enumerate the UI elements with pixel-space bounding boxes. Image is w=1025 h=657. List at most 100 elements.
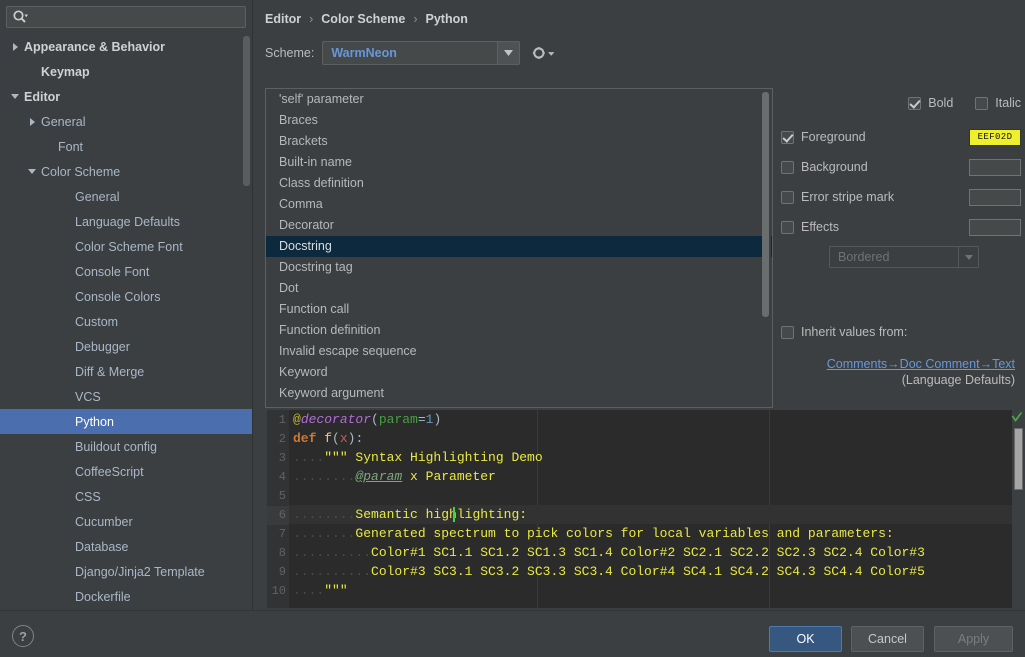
error-stripe-mark-checkbox[interactable]: Error stripe mark — [781, 190, 969, 204]
attribute-list-item[interactable]: Class definition — [266, 173, 772, 194]
attribute-list-item[interactable]: Brackets — [266, 131, 772, 152]
sidebar-item-label: Keymap — [41, 64, 90, 79]
code-token: ): — [347, 431, 364, 446]
sidebar-item-python[interactable]: Python — [0, 409, 252, 434]
chevron-down-icon[interactable] — [958, 247, 978, 267]
gear-icon[interactable] — [532, 42, 555, 64]
sidebar-item-cucumber[interactable]: Cucumber — [0, 509, 252, 534]
checkbox-box[interactable] — [781, 220, 794, 234]
search-icon[interactable] — [12, 9, 28, 25]
effect-type-select[interactable]: Bordered — [829, 246, 979, 268]
ok-button[interactable]: OK — [769, 626, 842, 652]
line-number: 9 — [267, 563, 289, 582]
sidebar-item-editor[interactable]: Editor — [0, 84, 252, 109]
italic-checkbox[interactable]: Italic — [975, 96, 1021, 110]
checkbox-box[interactable] — [781, 325, 794, 339]
sidebar-item-debugger[interactable]: Debugger — [0, 334, 252, 359]
inherit-checkbox[interactable]: Inherit values from: — [781, 325, 1021, 339]
checkbox-box[interactable] — [908, 96, 922, 110]
attribute-list-item[interactable]: Function definition — [266, 320, 772, 341]
sidebar-item-dockerfile[interactable]: Dockerfile — [0, 584, 252, 609]
code-token: .......... — [293, 545, 372, 560]
bold-checkbox[interactable]: Bold — [908, 96, 953, 110]
effects-checkbox[interactable]: Effects — [781, 220, 969, 234]
color-swatch[interactable] — [969, 218, 1021, 236]
background-checkbox[interactable]: Background — [781, 160, 969, 174]
error-stripe-panel[interactable] — [1011, 410, 1025, 608]
attribute-list-item[interactable]: Decorator — [266, 215, 772, 236]
attribute-list-item[interactable]: Docstring — [266, 236, 772, 257]
line-number: 7 — [267, 525, 289, 544]
settings-sidebar: Appearance & Behavior Keymap Editor General… — [0, 0, 252, 610]
sidebar-item-diff-merge[interactable]: Diff & Merge — [0, 359, 252, 384]
help-button[interactable]: ? — [12, 625, 34, 647]
sidebar-item-css[interactable]: CSS — [0, 484, 252, 509]
attribute-list-item[interactable]: Built-in name — [266, 152, 772, 173]
chevron-down-icon[interactable] — [25, 165, 39, 179]
sidebar-item-appearance-behavior[interactable]: Appearance & Behavior — [0, 34, 252, 59]
sidebar-item-general[interactable]: General — [0, 184, 252, 209]
sidebar-item-font[interactable]: Font — [0, 134, 252, 159]
search-field[interactable] — [6, 6, 246, 28]
sidebar-item-console-colors[interactable]: Console Colors — [0, 284, 252, 309]
chevron-down-icon[interactable] — [8, 90, 22, 104]
sidebar-item-color-scheme-font[interactable]: Color Scheme Font — [0, 234, 252, 259]
preview-scrollbar-thumb[interactable] — [1014, 428, 1023, 490]
attribute-list-item[interactable]: Keyword argument — [266, 383, 772, 404]
attribute-list-item[interactable]: Braces — [266, 110, 772, 131]
line-number: 8 — [267, 544, 289, 563]
attribute-list-item[interactable]: Docstring tag — [266, 257, 772, 278]
sidebar-item-language-defaults[interactable]: Language Defaults — [0, 209, 252, 234]
checkbox-box[interactable] — [975, 96, 989, 110]
sidebar-item-custom[interactable]: Custom — [0, 309, 252, 334]
sidebar-item-console-font[interactable]: Console Font — [0, 259, 252, 284]
foreground-checkbox[interactable]: Foreground — [781, 130, 969, 144]
code-preview[interactable]: 1 @decorator(param=1) 2 def f(x): 3 ....""" S… — [267, 410, 1025, 608]
sidebar-item-color-scheme[interactable]: Color Scheme — [0, 159, 252, 184]
breadcrumb-item[interactable]: Editor — [265, 12, 301, 26]
code-line: 10 ....""" — [267, 581, 1025, 601]
attribute-list-item[interactable]: Dot — [266, 278, 772, 299]
sidebar-scrollbar[interactable] — [243, 36, 250, 186]
cancel-button[interactable]: Cancel — [851, 626, 924, 652]
settings-tree[interactable]: Appearance & Behavior Keymap Editor General… — [0, 34, 252, 610]
sidebar-item-database[interactable]: Database — [0, 534, 252, 559]
checkbox-box[interactable] — [781, 160, 794, 174]
sidebar-item-coffeescript[interactable]: CoffeeScript — [0, 459, 252, 484]
chevron-right-icon[interactable] — [8, 40, 22, 54]
checkbox-box[interactable] — [781, 190, 794, 204]
chevron-down-icon[interactable] — [497, 42, 520, 64]
search-input[interactable] — [28, 10, 245, 24]
sidebar-item-vcs[interactable]: VCS — [0, 384, 252, 409]
inherit-link[interactable]: Comments→Doc Comment→Text — [781, 357, 1021, 371]
sidebar-item-label: Cucumber — [75, 514, 133, 529]
code-text: ........Semantic highlighting: — [289, 505, 527, 524]
attribute-list[interactable]: 'self' parameter Braces Brackets Built-in n… — [265, 88, 773, 408]
color-swatch[interactable] — [969, 188, 1021, 206]
breadcrumb-item[interactable]: Python — [426, 12, 468, 26]
sidebar-item-general[interactable]: General — [0, 109, 252, 134]
attribute-list-item[interactable]: 'self' parameter — [266, 89, 772, 110]
scrollbar-thumb[interactable] — [762, 92, 769, 317]
code-token: @ — [293, 412, 301, 427]
attribute-list-item[interactable]: Keyword — [266, 362, 772, 383]
sidebar-item-buildout-config[interactable]: Buildout config — [0, 434, 252, 459]
apply-button[interactable]: Apply — [934, 626, 1013, 652]
color-swatch[interactable]: EEF02D — [969, 128, 1021, 146]
sidebar-item-label: Color Scheme — [41, 164, 121, 179]
attribute-list-item[interactable]: Comma — [266, 194, 772, 215]
sidebar-item-django-jinja2-template[interactable]: Django/Jinja2 Template — [0, 559, 252, 584]
attribute-list-item[interactable]: Invalid escape sequence — [266, 341, 772, 362]
attribute-list-item[interactable]: Function call — [266, 299, 772, 320]
scheme-combobox[interactable]: WarmNeon — [322, 41, 521, 65]
attribute-list-scrollbar[interactable] — [762, 90, 771, 406]
color-swatch[interactable] — [969, 158, 1021, 176]
sidebar-item-keymap[interactable]: Keymap — [0, 59, 252, 84]
chevron-right-icon[interactable] — [25, 115, 39, 129]
checkbox-box[interactable] — [781, 130, 794, 144]
option-label: Error stripe mark — [801, 190, 895, 204]
breadcrumb-item[interactable]: Color Scheme — [321, 12, 405, 26]
